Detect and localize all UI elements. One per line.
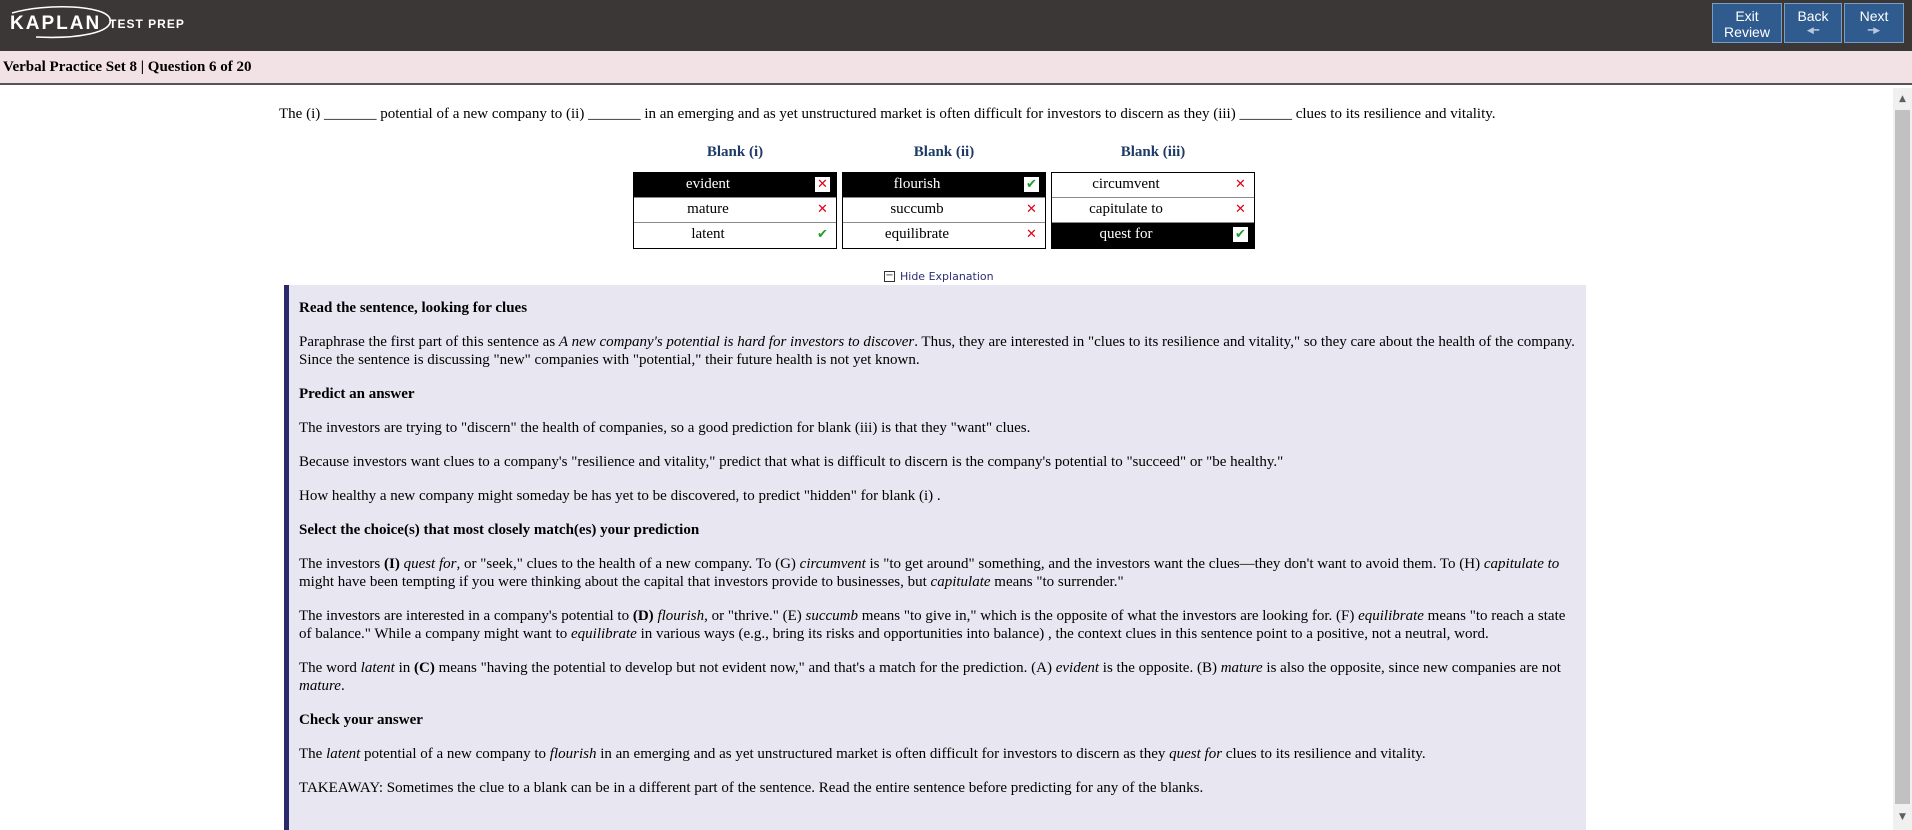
logo-subtitle: TEST PREP bbox=[109, 17, 185, 31]
blank-iii-choices: circumvent ✕ capitulate to ✕ quest for ✔ bbox=[1051, 172, 1255, 249]
exit-review-button[interactable]: Exit Review bbox=[1712, 3, 1782, 43]
choice-label: equilibrate bbox=[884, 226, 950, 242]
scroll-down-arrow-icon[interactable]: ▼ bbox=[1893, 808, 1912, 826]
explanation-panel: Read the sentence, looking for clues Par… bbox=[284, 285, 1586, 830]
choice-flourish[interactable]: flourish ✔ bbox=[843, 173, 1045, 198]
vertical-scrollbar[interactable]: ▲ ▼ bbox=[1893, 88, 1912, 830]
scroll-up-arrow-icon[interactable]: ▲ bbox=[1893, 90, 1912, 108]
question-set-title: Verbal Practice Set 8 | Question 6 of 20 bbox=[3, 59, 252, 75]
choice-latent[interactable]: latent ✔ bbox=[634, 223, 836, 248]
correct-check-icon: ✔ bbox=[1233, 227, 1248, 242]
incorrect-x-icon: ✕ bbox=[1235, 177, 1246, 192]
blank-i-choices: evident ✕ mature ✕ latent ✔ bbox=[633, 172, 837, 249]
choice-mature[interactable]: mature ✕ bbox=[634, 198, 836, 223]
scrollbar-thumb[interactable] bbox=[1895, 110, 1910, 804]
section-heading: Select the choice(s) that most closely m… bbox=[299, 522, 700, 538]
explanation-paragraph: Because investors want clues to a compan… bbox=[299, 454, 1284, 470]
section-heading: Predict an answer bbox=[299, 386, 415, 402]
logo-swoosh-icon bbox=[11, 6, 111, 39]
explanation-paragraph: The investors are interested in a compan… bbox=[299, 608, 1566, 642]
choice-label: quest for bbox=[1099, 226, 1153, 242]
choice-evident[interactable]: evident ✕ bbox=[634, 173, 836, 198]
choice-label: latent bbox=[691, 226, 725, 242]
next-label: Next bbox=[1859, 8, 1889, 24]
choice-label: evident bbox=[685, 176, 731, 192]
exit-label-line2: Review bbox=[1724, 24, 1770, 40]
back-button[interactable]: Back ◀━ bbox=[1784, 3, 1842, 43]
question-header: Verbal Practice Set 8 | Question 6 of 20 bbox=[0, 51, 1912, 85]
explanation-paragraph: The word latent in (C) means "having the… bbox=[299, 660, 1561, 694]
explanation-paragraph: Paraphrase the first part of this senten… bbox=[299, 334, 1575, 368]
explanation-paragraph: The latent potential of a new company to… bbox=[299, 746, 1426, 762]
back-arrow-icon: ◀━ bbox=[1806, 25, 1820, 35]
choice-circumvent[interactable]: circumvent ✕ bbox=[1052, 173, 1254, 198]
blank-i-header: Blank (i) bbox=[706, 144, 764, 160]
choice-label: circumvent bbox=[1092, 176, 1160, 192]
choice-label: flourish bbox=[893, 176, 941, 192]
choice-label: capitulate to bbox=[1089, 201, 1163, 217]
choice-equilibrate[interactable]: equilibrate ✕ bbox=[843, 223, 1045, 248]
incorrect-x-icon: ✕ bbox=[1235, 202, 1246, 217]
blank-i-column: Blank (i) evident ✕ mature ✕ latent ✔ bbox=[633, 144, 837, 249]
choice-label: succumb bbox=[890, 201, 944, 217]
explanation-paragraph: TAKEAWAY: Sometimes the clue to a blank … bbox=[299, 780, 1204, 796]
question-text: The (i) _______ potential of a new compa… bbox=[279, 106, 1496, 122]
choice-capitulate-to[interactable]: capitulate to ✕ bbox=[1052, 198, 1254, 223]
incorrect-x-icon: ✕ bbox=[1026, 227, 1037, 242]
exit-label-line1: Exit bbox=[1735, 8, 1759, 24]
incorrect-x-icon: ✕ bbox=[1026, 202, 1037, 217]
blank-iii-column: Blank (iii) circumvent ✕ capitulate to ✕… bbox=[1051, 144, 1255, 249]
choice-quest-for[interactable]: quest for ✔ bbox=[1052, 223, 1254, 248]
explanation-paragraph: The investors (I) quest for, or "seek," … bbox=[299, 556, 1560, 590]
collapse-icon: − bbox=[884, 270, 895, 282]
choice-succumb[interactable]: succumb ✕ bbox=[843, 198, 1045, 223]
blank-ii-choices: flourish ✔ succumb ✕ equilibrate ✕ bbox=[842, 172, 1046, 249]
explanation-paragraph: How healthy a new company might someday … bbox=[299, 488, 941, 504]
incorrect-x-icon: ✕ bbox=[815, 177, 830, 192]
blank-iii-header: Blank (iii) bbox=[1120, 144, 1186, 160]
hide-explanation-label: Hide Explanation bbox=[900, 270, 994, 283]
next-button[interactable]: Next ━▶ bbox=[1844, 3, 1904, 43]
blank-ii-header: Blank (ii) bbox=[913, 144, 975, 160]
section-heading: Read the sentence, looking for clues bbox=[299, 300, 528, 316]
next-arrow-icon: ━▶ bbox=[1867, 25, 1881, 35]
top-bar: KAPLAN TEST PREP Exit Review Back ◀━ Nex… bbox=[0, 0, 1912, 51]
hide-explanation-link[interactable]: − Hide Explanation bbox=[884, 270, 994, 283]
explanation-paragraph: The investors are trying to "discern" th… bbox=[299, 420, 1031, 436]
kaplan-logo: KAPLAN TEST PREP bbox=[10, 6, 185, 41]
incorrect-x-icon: ✕ bbox=[817, 202, 828, 217]
correct-check-icon: ✔ bbox=[1024, 177, 1039, 192]
blank-ii-column: Blank (ii) flourish ✔ succumb ✕ equilibr… bbox=[842, 144, 1046, 249]
correct-check-icon: ✔ bbox=[817, 227, 828, 242]
choice-label: mature bbox=[687, 201, 729, 217]
section-heading: Check your answer bbox=[299, 712, 423, 728]
back-label: Back bbox=[1797, 8, 1829, 24]
